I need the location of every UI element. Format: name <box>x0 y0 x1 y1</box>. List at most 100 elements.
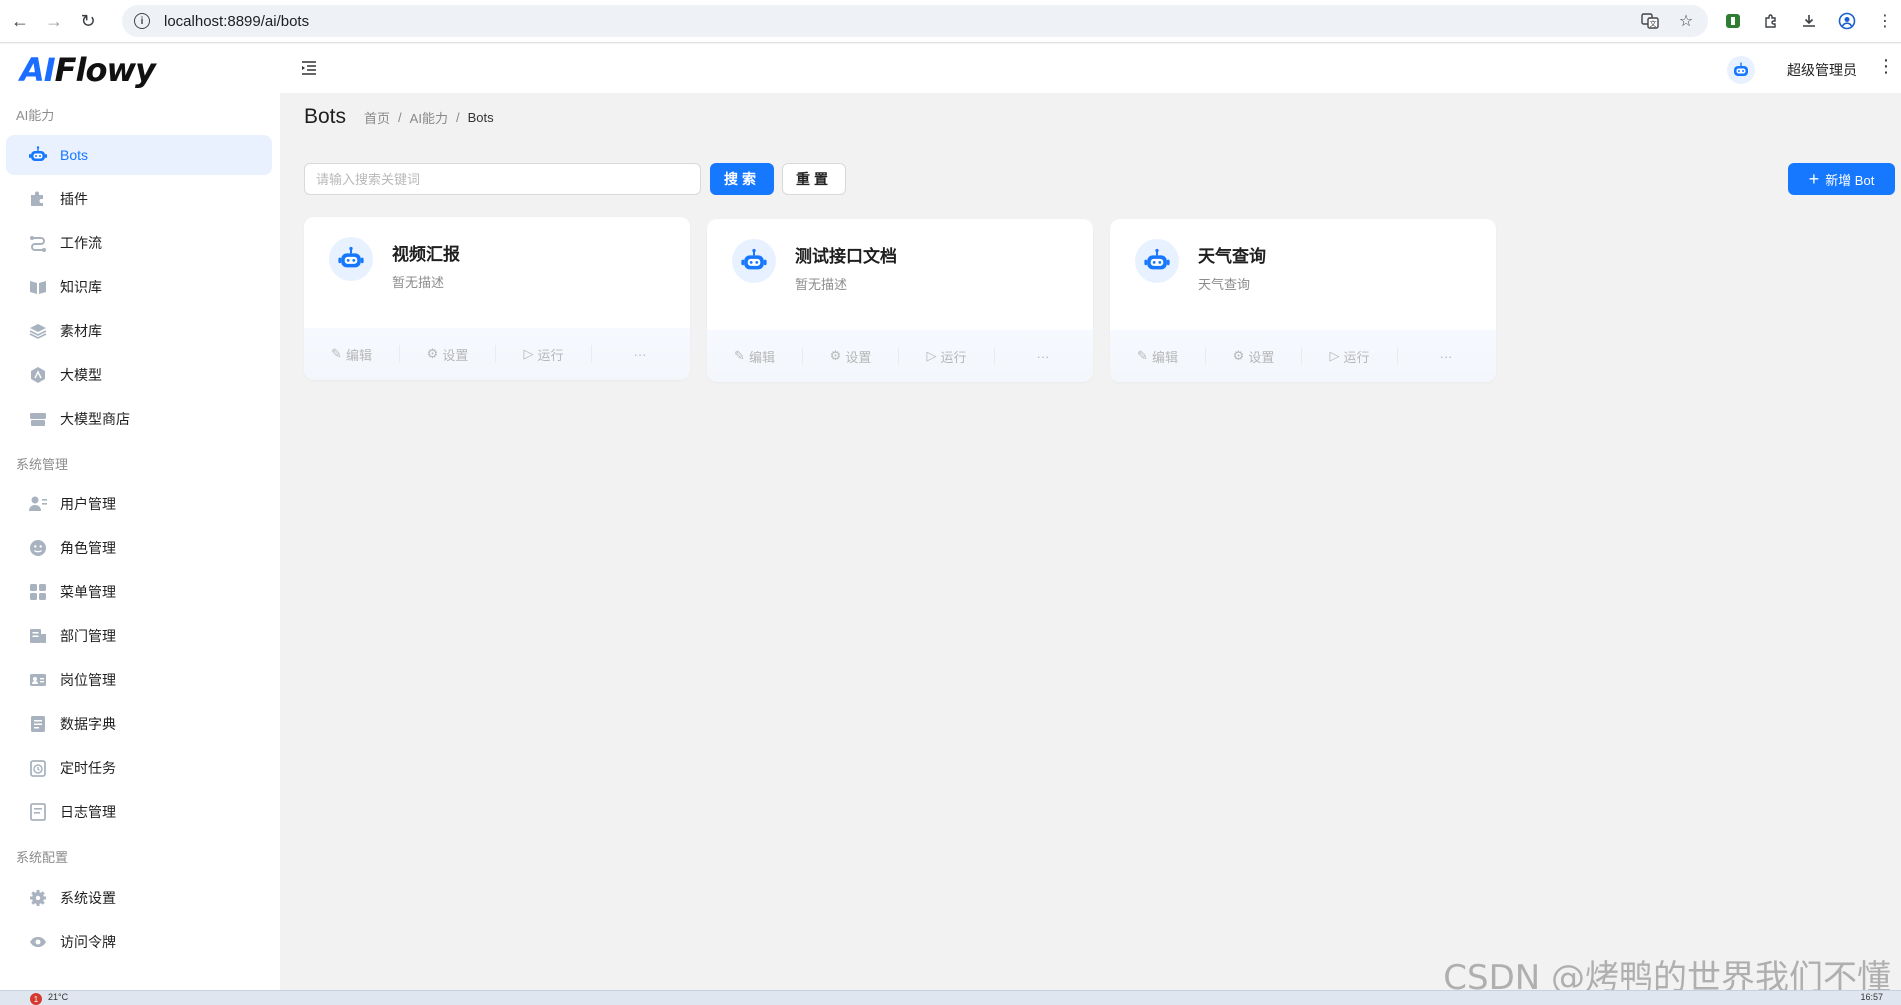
sidebar-item-label: Bots <box>60 147 89 163</box>
gear-icon: ⚙ <box>829 348 842 363</box>
more-actions-button[interactable]: ··· <box>995 347 1091 365</box>
sidebar-item-system-settings[interactable]: 系统设置 <box>6 878 272 918</box>
menu-collapse-icon[interactable] <box>300 59 318 77</box>
settings-button[interactable]: ⚙ 设置 <box>1206 347 1302 365</box>
run-button[interactable]: ▷ 运行 <box>1302 347 1398 365</box>
translate-icon[interactable]: 文 <box>1640 11 1660 31</box>
dictionary-icon <box>28 714 48 734</box>
sidebar-section-system: 系统管理 <box>16 457 69 472</box>
app-logo[interactable]: AI Flowy <box>20 50 156 90</box>
sidebar-item-label: 角色管理 <box>60 540 116 556</box>
bot-description: 暂无描述 <box>392 275 445 290</box>
more-actions-button[interactable]: ··· <box>1398 347 1494 365</box>
bot-card[interactable]: 天气查询 天气查询 ✎ 编辑 ⚙ 设置 ▷ 运行 ··· <box>1110 219 1496 382</box>
profile-icon[interactable] <box>1837 11 1857 31</box>
search-button[interactable]: 搜索 <box>710 163 774 195</box>
download-icon[interactable] <box>1799 11 1819 31</box>
sidebar-item-workflow[interactable]: 工作流 <box>6 223 272 263</box>
breadcrumb-home[interactable]: 首页 <box>364 108 390 127</box>
settings-button[interactable]: ⚙ 设置 <box>400 345 496 363</box>
reset-button[interactable]: 重置 <box>782 163 846 195</box>
more-actions-button[interactable]: ··· <box>592 345 688 363</box>
settings-button[interactable]: ⚙ 设置 <box>803 347 899 365</box>
bot-card[interactable]: 测试接口文档 暂无描述 ✎ 编辑 ⚙ 设置 ▷ 运行 ··· <box>707 219 1093 382</box>
sidebar-item-label: 访问令牌 <box>60 934 116 950</box>
bot-name[interactable]: 测试接口文档 <box>795 242 897 267</box>
breadcrumb-ai[interactable]: AI能力 <box>410 108 448 127</box>
sidebar-item-assets[interactable]: 素材库 <box>6 311 272 351</box>
add-bot-label: 新增 Bot <box>1825 172 1875 188</box>
gear-icon: ⚙ <box>426 346 439 361</box>
sidebar-item-roles[interactable]: 角色管理 <box>6 528 272 568</box>
edit-label: 编辑 <box>1151 349 1178 365</box>
bot-description: 暂无描述 <box>795 277 848 292</box>
edit-button[interactable]: ✎ 编辑 <box>1110 347 1206 365</box>
sidebar-item-llm[interactable]: 大模型 <box>6 355 272 395</box>
sidebar-item-knowledge[interactable]: 知识库 <box>6 267 272 307</box>
sidebar-item-users[interactable]: 用户管理 <box>6 484 272 524</box>
sidebar-item-label: 知识库 <box>60 279 102 295</box>
site-info-icon[interactable]: i <box>134 13 150 29</box>
sidebar-item-dictionary[interactable]: 数据字典 <box>6 704 272 744</box>
sidebar-item-label: 岗位管理 <box>60 672 116 688</box>
run-label: 运行 <box>1343 349 1370 365</box>
add-bot-button[interactable]: + 新增 Bot <box>1788 163 1895 195</box>
user-avatar[interactable] <box>1727 56 1755 84</box>
ellipsis-icon: ··· <box>1439 348 1453 364</box>
bot-avatar-icon <box>329 237 373 281</box>
back-icon[interactable]: ← <box>6 7 34 35</box>
sidebar-item-access-tokens[interactable]: 访问令牌 <box>6 922 272 962</box>
sidebar-item-departments[interactable]: 部门管理 <box>6 616 272 656</box>
extensions-puzzle-icon[interactable] <box>1761 11 1781 31</box>
sidebar-item-menus[interactable]: 菜单管理 <box>6 572 272 612</box>
sidebar-item-label: 大模型 <box>60 367 102 383</box>
user-name[interactable]: 超级管理员 <box>1787 60 1857 80</box>
robot-icon <box>28 145 48 165</box>
sidebar-item-plugins[interactable]: 插件 <box>6 179 272 219</box>
run-button[interactable]: ▷ 运行 <box>899 347 995 365</box>
search-input[interactable] <box>304 163 701 195</box>
sidebar-section-config: 系统配置 <box>16 850 69 865</box>
address-bar[interactable]: i localhost:8899/ai/bots 文 ☆ <box>122 5 1708 37</box>
page-title: Bots <box>304 105 347 128</box>
sidebar-item-llm-store[interactable]: 大模型商店 <box>6 399 272 439</box>
bot-name[interactable]: 视频汇报 <box>392 240 460 265</box>
breadcrumb-separator: / <box>455 109 460 125</box>
extension-green-icon[interactable] <box>1723 11 1743 31</box>
edit-label: 编辑 <box>345 347 372 363</box>
sidebar-item-label: 工作流 <box>60 235 102 251</box>
sidebar-item-scheduled-tasks[interactable]: 定时任务 <box>6 748 272 788</box>
notification-badge[interactable]: 1 <box>30 993 42 1005</box>
sidebar: AI Flowy AI能力 Bots 插件 工作流 知识库 素材库 大模型 大模… <box>0 44 280 990</box>
bot-card-actions: ✎ 编辑 ⚙ 设置 ▷ 运行 ··· <box>304 328 690 380</box>
clock-time[interactable]: 16:57 <box>1860 992 1883 1002</box>
bot-card-actions: ✎ 编辑 ⚙ 设置 ▷ 运行 ··· <box>1110 330 1496 382</box>
plus-icon: + <box>1808 169 1820 189</box>
ellipsis-icon: ··· <box>633 346 647 362</box>
bot-name[interactable]: 天气查询 <box>1198 242 1266 267</box>
svg-text:文: 文 <box>1650 19 1657 28</box>
forward-icon[interactable]: → <box>40 7 68 35</box>
reload-icon[interactable]: ↻ <box>74 7 102 35</box>
edit-button[interactable]: ✎ 编辑 <box>304 345 400 363</box>
browser-menu-icon[interactable]: ⋮ <box>1875 11 1895 31</box>
sidebar-item-bots[interactable]: Bots <box>6 135 272 175</box>
store-icon <box>28 409 48 429</box>
gear-icon <box>28 888 48 908</box>
run-button[interactable]: ▷ 运行 <box>496 345 592 363</box>
bookmark-star-icon[interactable]: ☆ <box>1676 11 1696 31</box>
book-icon <box>28 277 48 297</box>
more-options-icon[interactable]: ⋮ <box>1877 56 1895 77</box>
sidebar-section-ai: AI能力 <box>16 108 55 123</box>
sidebar-item-label: 日志管理 <box>60 804 116 820</box>
sidebar-item-logs[interactable]: 日志管理 <box>6 792 272 832</box>
log-icon <box>28 802 48 822</box>
run-label: 运行 <box>940 349 967 365</box>
puzzle-icon <box>28 189 48 209</box>
model-icon <box>28 365 48 385</box>
url-text[interactable]: localhost:8899/ai/bots <box>164 13 309 30</box>
bot-card[interactable]: 视频汇报 暂无描述 ✎ 编辑 ⚙ 设置 ▷ 运行 ··· <box>304 217 690 380</box>
weather-widget[interactable]: 21°C <box>48 992 68 1002</box>
edit-button[interactable]: ✎ 编辑 <box>707 347 803 365</box>
sidebar-item-positions[interactable]: 岗位管理 <box>6 660 272 700</box>
